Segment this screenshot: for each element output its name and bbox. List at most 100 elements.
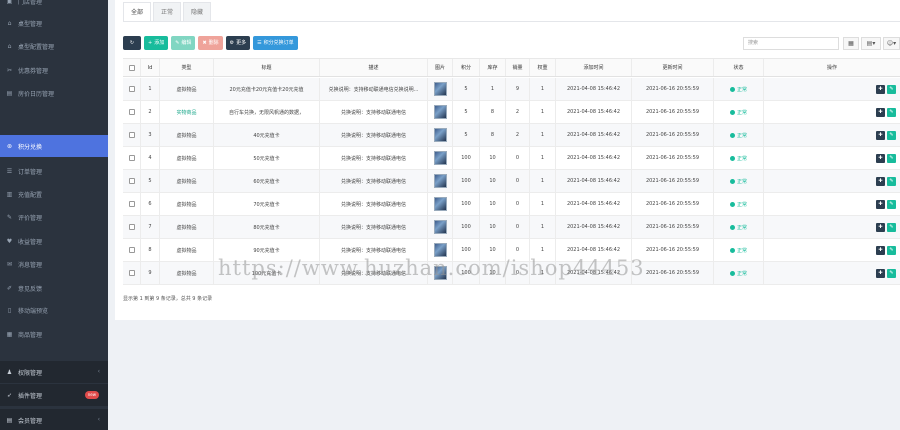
search-input[interactable]: 搜索: [743, 37, 839, 50]
table-row[interactable]: 1 虚拟物品 20元充值卡20元充值卡20元充值 兑换说明：支持移动联通电信兑换说明.…: [123, 78, 900, 101]
product-thumbnail[interactable]: [433, 128, 447, 142]
status-badge: 正常: [729, 178, 747, 185]
sidebar-item-label: 商品管理: [18, 331, 43, 339]
more-label: 更多: [236, 40, 247, 46]
delete-button[interactable]: ✖ 删除: [198, 36, 223, 50]
row-edit-button[interactable]: ✎: [887, 107, 896, 117]
drag-sort-button[interactable]: ✚: [876, 84, 885, 94]
row-edit-button[interactable]: ✎: [887, 153, 896, 163]
drag-sort-button[interactable]: ✚: [876, 268, 885, 278]
row-checkbox[interactable]: [128, 201, 135, 207]
tab-normal[interactable]: 正常: [153, 2, 182, 21]
sidebar-item-8[interactable]: ▥ 充值配置: [0, 183, 108, 205]
cell-created: 2021-04-08 15:46:42: [556, 147, 632, 169]
status-dot-icon: [729, 132, 735, 138]
row-checkbox[interactable]: [128, 86, 135, 92]
row-checkbox[interactable]: [128, 132, 135, 138]
status-cell: 正常: [714, 262, 764, 284]
sidebar-item-6[interactable]: ⊛ 积分兑换: [0, 135, 108, 157]
drag-sort-button[interactable]: ✚: [876, 176, 885, 186]
table-row[interactable]: 7 虚拟物品 80元充值卡 兑换说明：支持移动联通电信 100 10 0 1 2021-04-0…: [123, 216, 900, 239]
row-checkbox[interactable]: [128, 247, 135, 253]
edit-button[interactable]: ✎ 编辑: [171, 36, 196, 50]
cell-id: 5: [141, 170, 160, 192]
checkbox[interactable]: [128, 64, 135, 71]
calendar-icon: ▤: [6, 89, 13, 97]
drag-sort-button[interactable]: ✚: [876, 130, 885, 140]
sidebar-item-4[interactable]: ✂ 优惠券管理: [0, 59, 108, 81]
toggle-view-button[interactable]: ▦: [843, 37, 859, 50]
sidebar-item-1[interactable]: ▣ 门店管理: [0, 0, 108, 12]
pencil-icon: ✎: [175, 40, 180, 46]
cell-sales: 9: [506, 78, 530, 100]
select-all-checkbox[interactable]: [123, 59, 141, 76]
row-edit-button[interactable]: ✎: [887, 199, 896, 209]
row-edit-button[interactable]: ✎: [887, 176, 896, 186]
drag-sort-button[interactable]: ✚: [876, 107, 885, 117]
sidebar-item-15[interactable]: ♟ 权限管理 ‹: [0, 361, 108, 383]
add-button[interactable]: + 添加: [144, 36, 169, 50]
row-checkbox[interactable]: [128, 155, 135, 161]
sidebar-item-3[interactable]: ⌂ 桌型配置管理: [0, 35, 108, 57]
chevron-left-icon: ‹: [97, 416, 100, 423]
row-checkbox[interactable]: [128, 178, 135, 184]
drag-sort-button[interactable]: ✚: [876, 222, 885, 232]
tab-all[interactable]: 全部: [123, 2, 152, 21]
cell-title: 50元充值卡: [214, 147, 320, 169]
tab-hidden[interactable]: 隐藏: [183, 2, 212, 21]
cell-stock: 1: [480, 78, 506, 100]
image-cell: [428, 170, 453, 192]
row-checkbox-cell: [123, 239, 141, 261]
product-thumbnail[interactable]: [433, 151, 447, 165]
more-button[interactable]: ⚙ 更多: [225, 36, 251, 50]
cell-weight: 1: [530, 216, 556, 238]
cell-weight: 1: [530, 170, 556, 192]
exchange-orders-button[interactable]: ☰ 积分兑换订单: [253, 36, 298, 50]
sidebar-item-13[interactable]: ▯ 移动端预览: [0, 299, 108, 321]
sidebar-item-10[interactable]: ♥ 收益管理: [0, 230, 108, 252]
sidebar-item-14[interactable]: ▦ 商品管理: [0, 323, 108, 345]
row-edit-button[interactable]: ✎: [887, 130, 896, 140]
row-edit-button[interactable]: ✎: [887, 222, 896, 232]
sidebar-item-9[interactable]: ✎ 评价管理: [0, 206, 108, 228]
cell-sales: 0: [506, 193, 530, 215]
sidebar-item-12[interactable]: ✐ 意见反馈: [0, 277, 108, 299]
table-row[interactable]: 2 实物商品 自行车兑换，无限风帆通的数据， 兑换说明：支持移动联通电信 5 8 2 1 202…: [123, 101, 900, 124]
row-checkbox[interactable]: [128, 270, 135, 276]
sidebar-item-11[interactable]: ✉ 消息管理: [0, 253, 108, 275]
cell-id: 4: [141, 147, 160, 169]
image-cell: [428, 101, 453, 123]
drag-sort-button[interactable]: ✚: [876, 153, 885, 163]
product-thumbnail[interactable]: [433, 82, 447, 96]
export-button[interactable]: ☺▾: [883, 37, 900, 50]
sidebar-item-17[interactable]: ▤ 会员管理 ‹: [0, 409, 108, 430]
table-row[interactable]: 3 虚拟物品 40元充值卡 兑换说明：支持移动联通电信 5 8 2 1 2021-04-08 1…: [123, 124, 900, 147]
drag-sort-button[interactable]: ✚: [876, 245, 885, 255]
row-edit-button[interactable]: ✎: [887, 245, 896, 255]
row-edit-button[interactable]: ✎: [887, 268, 896, 278]
table-row[interactable]: 4 虚拟物品 50元充值卡 兑换说明：支持移动联通电信 100 10 0 1 2021-04-0…: [123, 147, 900, 170]
table-row[interactable]: 6 虚拟物品 70元充值卡 兑换说明：支持移动联通电信 100 10 0 1 2021-04-0…: [123, 193, 900, 216]
cell-id: 8: [141, 239, 160, 261]
row-checkbox[interactable]: [128, 224, 135, 230]
drag-sort-button[interactable]: ✚: [876, 199, 885, 209]
sidebar-item-16[interactable]: ➶ 插件管理 new: [0, 384, 108, 406]
heart-icon: ♥: [6, 237, 13, 245]
refresh-button[interactable]: ↻: [123, 36, 141, 50]
row-edit-button[interactable]: ✎: [887, 84, 896, 94]
product-thumbnail[interactable]: [433, 105, 447, 119]
table-row[interactable]: 5 虚拟物品 60元充值卡 兑换说明：支持移动联通电信 100 10 0 1 2021-04-0…: [123, 170, 900, 193]
sidebar-item-2[interactable]: ⌂ 桌型管理: [0, 12, 108, 34]
row-checkbox[interactable]: [128, 109, 135, 115]
sidebar-item-7[interactable]: ☰ 订单管理: [0, 160, 108, 182]
product-thumbnail[interactable]: [433, 243, 447, 257]
sidebar-item-label: 优惠券管理: [18, 67, 49, 75]
product-thumbnail[interactable]: [433, 197, 447, 211]
status-text: 正常: [736, 132, 747, 139]
product-thumbnail[interactable]: [433, 174, 447, 188]
status-cell: 正常: [714, 239, 764, 261]
columns-button[interactable]: ▤▾: [861, 37, 881, 50]
product-thumbnail[interactable]: [433, 220, 447, 234]
cell-sales: 0: [506, 216, 530, 238]
sidebar-item-5[interactable]: ▤ 房价日历管理: [0, 82, 108, 104]
